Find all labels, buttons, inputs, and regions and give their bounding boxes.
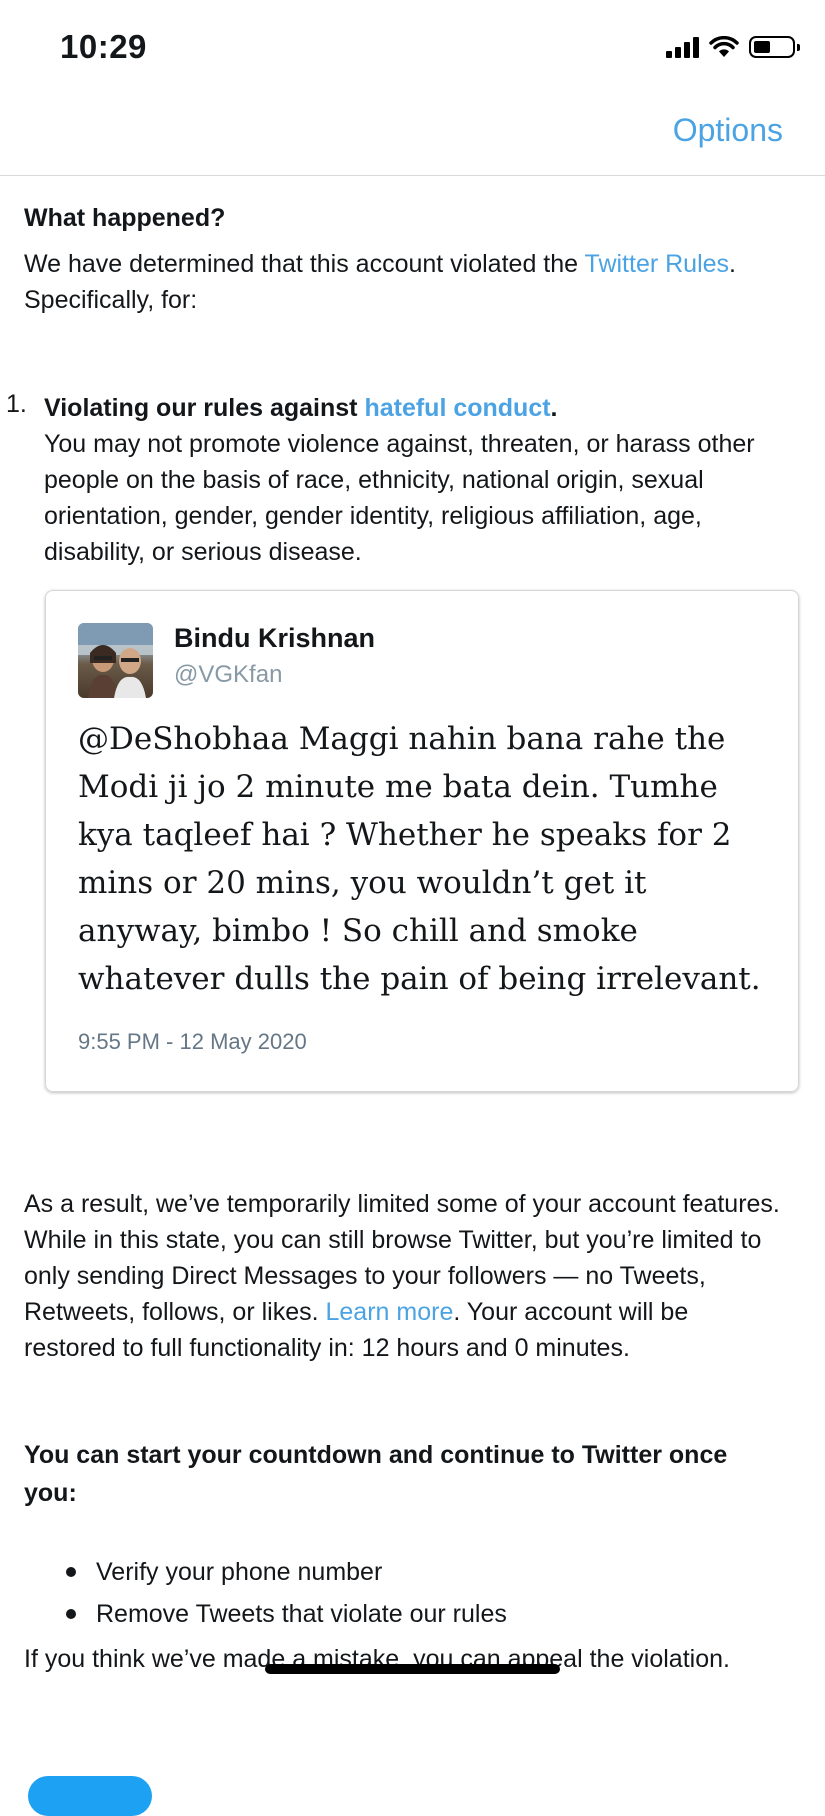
home-indicator[interactable] (265, 1664, 560, 1674)
violation-description: You may not promote violence against, th… (44, 430, 755, 566)
continue-button[interactable] (28, 1776, 152, 1816)
hateful-conduct-link[interactable]: hateful conduct (364, 394, 550, 422)
nav-bar: Options (0, 100, 825, 176)
tweet-timestamp: 9:55 PM - 12 May 2020 (78, 1029, 307, 1054)
requirement-verify-phone[interactable]: Verify your phone number (24, 1551, 784, 1593)
bullet-icon (66, 1567, 76, 1577)
tweet-author-handle: @VGKfan (174, 661, 283, 688)
violation-title: Violating our rules against hateful cond… (44, 394, 558, 422)
battery-icon (749, 36, 800, 58)
status-icons (666, 36, 800, 58)
learn-more-link[interactable]: Learn more (326, 1298, 454, 1326)
result-text: As a result, we’ve temporarily limited s… (24, 1190, 780, 1362)
twitter-rules-link[interactable]: Twitter Rules (585, 250, 729, 278)
tweet-text: @DeShobhaa Maggi nahin bana rahe the Mod… (78, 721, 761, 997)
options-button[interactable]: Options (673, 112, 783, 149)
violation-number: 1. (6, 390, 27, 418)
what-happened-body: We have determined that this account vio… (24, 250, 736, 314)
tweet-card: Bindu Krishnan @VGKfan @DeShobhaa Maggi … (45, 590, 799, 1092)
status-bar: 10:29 (0, 0, 825, 100)
avatar-photo (78, 623, 153, 698)
requirements-list: Verify your phone number Remove Tweets t… (24, 1551, 784, 1635)
avatar (78, 623, 153, 698)
battery-level (754, 41, 770, 53)
countdown-heading: You can start your countdown and continu… (24, 1441, 728, 1507)
what-happened-heading: What happened? (24, 204, 226, 232)
status-time: 10:29 (60, 28, 147, 65)
requirement-remove-tweets[interactable]: Remove Tweets that violate our rules (24, 1593, 784, 1635)
cellular-signal-icon (666, 36, 699, 58)
violation-item: Violating our rules against hateful cond… (44, 390, 784, 570)
wifi-icon (709, 36, 739, 57)
bullet-icon (66, 1609, 76, 1619)
tweet-author-name: Bindu Krishnan (174, 623, 375, 653)
